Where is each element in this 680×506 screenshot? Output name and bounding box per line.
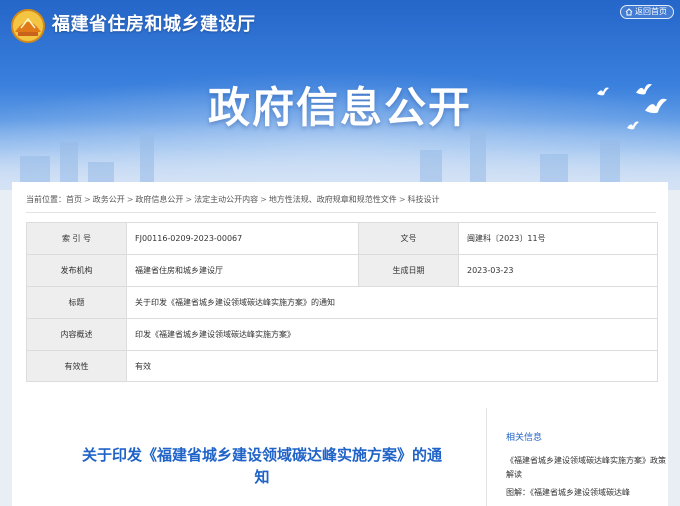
content-panel: 当前位置：首页 > 政务公开 > 政府信息公开 > 法定主动公开内容 > 地方性法规、政府规章和… [12, 182, 668, 506]
date-label: 生成日期 [358, 254, 459, 287]
breadcrumb-separator: > [398, 195, 406, 204]
metadata-table: 索 引 号 FJ00116-0209-2023-00067 文号 闽建科〔202… [26, 222, 658, 382]
emblem-logo-icon[interactable] [9, 8, 47, 44]
docno-value: 闽建科〔2023〕11号 [458, 222, 658, 255]
table-row: 标题 关于印发《福建省城乡建设领域碳达峰实施方案》的通知 [26, 286, 658, 319]
summary-value: 印发《福建省城乡建设领域碳达峰实施方案》 [126, 318, 658, 351]
back-home-label: 返回首页 [635, 7, 667, 16]
index-label: 索 引 号 [26, 222, 127, 255]
breadcrumb-item-affairs[interactable]: 政务公开 [93, 195, 125, 204]
docno-label: 文号 [358, 222, 459, 255]
summary-label: 内容概述 [26, 318, 127, 351]
table-row: 发布机构 福建省住房和城乡建设厅 生成日期 2023-03-23 [26, 254, 658, 287]
breadcrumb-item-statutory[interactable]: 法定主动公开内容 [194, 195, 258, 204]
dove-icon [627, 121, 639, 130]
breadcrumb-separator: > [260, 195, 267, 204]
home-icon [625, 8, 633, 16]
dove-icon [645, 98, 667, 114]
breadcrumb-separator: > [84, 195, 91, 204]
related-link[interactable]: 图解：《福建省城乡建设领域碳达峰 [506, 486, 666, 500]
document-title: 关于印发《福建省城乡建设领域碳达峰实施方案》的通知 [82, 446, 443, 486]
building-shape [470, 130, 486, 190]
date-value: 2023-03-23 [458, 254, 658, 287]
dove-icon [597, 87, 609, 96]
breadcrumb-label: 当前位置： [26, 195, 66, 204]
validity-label: 有效性 [26, 350, 127, 382]
breadcrumb-divider [26, 212, 656, 213]
table-row: 内容概述 印发《福建省城乡建设领域碳达峰实施方案》 [26, 318, 658, 351]
breadcrumb-item-home[interactable]: 首页 [66, 195, 82, 204]
breadcrumb-separator: > [126, 195, 134, 204]
validity-value: 有效 [126, 350, 658, 382]
breadcrumb-item-tech-design[interactable]: 科技设计 [408, 195, 440, 204]
breadcrumb-separator: > [185, 195, 193, 204]
related-info-panel: 相关信息 《福建省城乡建设领域碳达峰实施方案》政策解读 图解：《福建省城乡建设领… [506, 430, 666, 504]
breadcrumb-item-gov-info[interactable]: 政府信息公开 [135, 195, 183, 204]
breadcrumb-item-regulations[interactable]: 地方性法规、政府规章和规范性文件 [269, 195, 397, 204]
hero-title: 政府信息公开 [207, 83, 472, 132]
table-row: 有效性 有效 [26, 350, 658, 382]
title-value: 关于印发《福建省城乡建设领域碳达峰实施方案》的通知 [126, 286, 658, 319]
site-title[interactable]: 福建省住房和城乡建设厅 [52, 10, 256, 36]
index-value: FJ00116-0209-2023-00067 [126, 222, 359, 255]
sidebar-divider [486, 408, 487, 506]
breadcrumb: 当前位置：首页 > 政务公开 > 政府信息公开 > 法定主动公开内容 > 地方性法规、政府规章和… [26, 194, 440, 205]
back-home-button[interactable]: 返回首页 [620, 5, 674, 19]
related-heading: 相关信息 [506, 433, 543, 443]
table-row: 索 引 号 FJ00116-0209-2023-00067 文号 闽建科〔202… [26, 222, 658, 255]
header-banner: 福建省住房和城乡建设厅 返回首页 政府信息公开 [0, 0, 680, 190]
issuer-value: 福建省住房和城乡建设厅 [126, 254, 359, 287]
title-label: 标题 [26, 286, 127, 319]
issuer-label: 发布机构 [26, 254, 127, 287]
related-link[interactable]: 《福建省城乡建设领域碳达峰实施方案》政策解读 [506, 454, 666, 482]
